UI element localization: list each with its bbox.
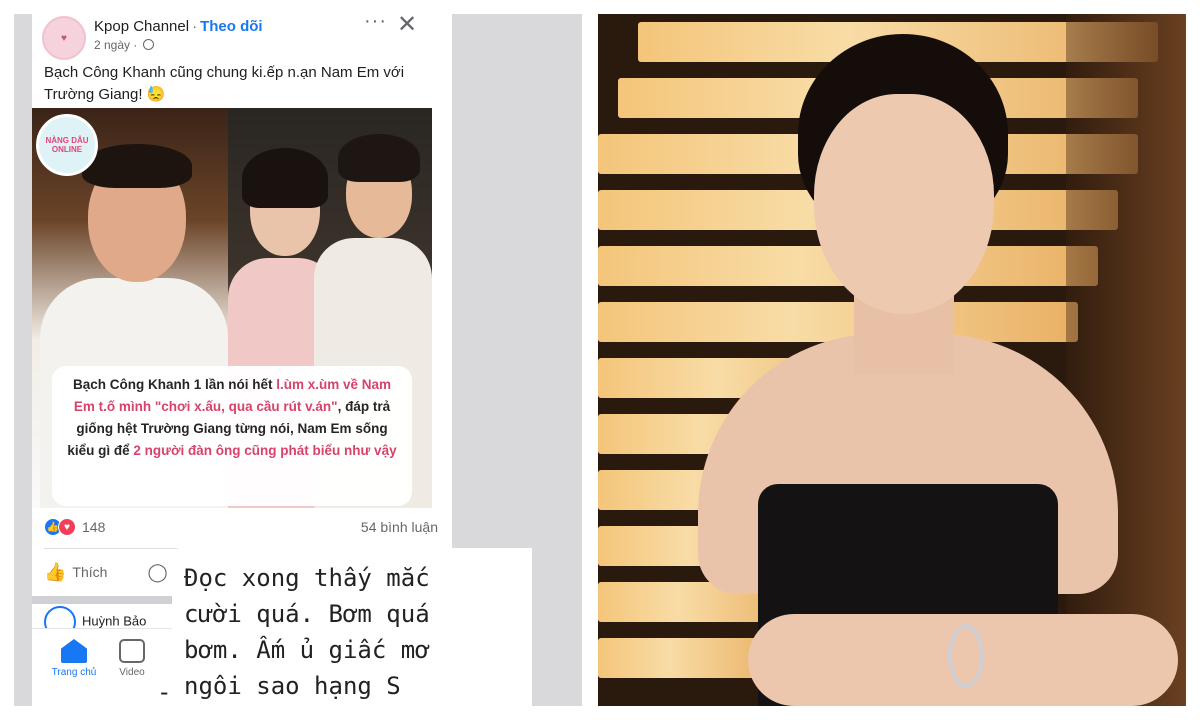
love-reaction-icon: ♥ [58, 518, 76, 536]
like-label: Thích [72, 564, 108, 580]
like-button[interactable]: 👍 Thích [44, 562, 107, 583]
bracelet [948, 624, 984, 688]
story-line-3: bơm. Ấm ủ giấc mơ [184, 636, 430, 664]
video-icon [119, 639, 145, 663]
story-text-overlay: Đọc xong thấy mắc cười quá. Bơm quá bơm.… [172, 548, 532, 706]
post-image[interactable]: Kha NÀNG DÂU ONLINE Bạch Công Khanh 1 lầ… [32, 108, 432, 508]
story-line-4: ngôi sao hạng S [184, 672, 401, 700]
facebook-screenshot-panel: ♥ Kpop Channel · Theo dõi 2 ngày · ··· ✕ B… [14, 14, 582, 706]
portrait-photo [598, 14, 1186, 706]
reaction-count: 148 [82, 519, 106, 535]
channel-name[interactable]: Kpop Channel [94, 18, 189, 35]
post-time: 2 ngày · [94, 38, 138, 52]
post-caption: Bạch Công Khanh cũng chung ki.ếp n.ạn Na… [44, 64, 405, 103]
next-post-author: Huỳnh Bảo [82, 613, 147, 629]
globe-icon [142, 39, 154, 50]
reaction-summary[interactable]: 👍 ♥ 148 [44, 517, 105, 537]
story-line-1: Đọc xong thấy mắc [184, 564, 430, 592]
badge-text: NÀNG DÂU ONLINE [45, 136, 89, 154]
close-icon[interactable]: ✕ [397, 14, 417, 39]
comment-count[interactable]: 54 bình luận [361, 519, 438, 535]
caption-highlight-2: 2 người đàn ông cũng phát biểu như vậy [133, 443, 397, 458]
collage: ♥ Kpop Channel · Theo dõi 2 ngày · ··· ✕ B… [0, 0, 1200, 720]
comment-button[interactable]: ◯ [147, 562, 173, 583]
post-meta: 2 ngày · [94, 38, 154, 52]
more-dots-icon[interactable]: ··· [364, 14, 387, 33]
tab-video-label: Video [119, 667, 145, 678]
home-icon [61, 639, 87, 663]
nang-dau-online-logo: NÀNG DÂU ONLINE [36, 114, 98, 176]
tab-home[interactable]: Trang chủ [44, 639, 104, 678]
tab-video[interactable]: Video [102, 639, 162, 678]
comment-icon: ◯ [147, 561, 168, 582]
image-caption-box: Bạch Công Khanh 1 lần nói hết l.ùm x.ùm … [52, 366, 412, 506]
follow-button[interactable]: Theo dõi [200, 18, 263, 35]
story-dash: - [157, 678, 172, 706]
separator-dot: · [192, 18, 198, 35]
thumbs-up-icon: 👍 [44, 561, 67, 582]
wall-shadow [1066, 14, 1186, 706]
post-header: Kpop Channel · Theo dõi [94, 18, 263, 35]
channel-avatar[interactable]: ♥ [42, 16, 86, 60]
story-line-2: cười quá. Bơm quá [184, 600, 430, 628]
caption-part-1: Bạch Công Khanh 1 lần nói hết [72, 377, 277, 392]
light-band [598, 302, 1078, 342]
tab-home-label: Trang chủ [51, 667, 97, 678]
woman-face [814, 94, 994, 314]
